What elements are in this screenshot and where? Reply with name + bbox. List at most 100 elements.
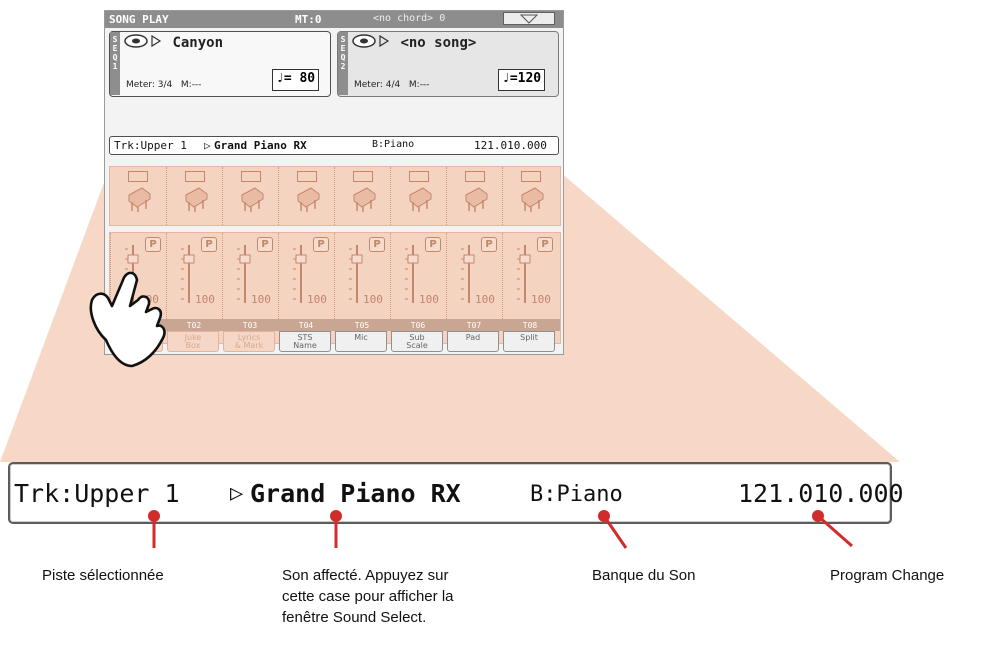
seq-1-meter-value: Meter: 3/4 [126, 80, 173, 90]
caption-sound-line-3: fenêtre Sound Select. [282, 609, 427, 626]
sequencer-1-panel[interactable]: S E Q 1 Canyon Meter: 3/4 M:--- ♩= 80 [109, 31, 331, 97]
caption-sound-bank: Banque du Son [592, 567, 696, 584]
track-number-label: T04 [298, 321, 314, 330]
seq-1-tempo[interactable]: ♩= 80 [272, 69, 320, 91]
piano-icon [351, 185, 377, 217]
track-icon-strip[interactable] [502, 167, 558, 225]
p-button[interactable]: P [201, 237, 217, 252]
disk-icon [124, 34, 162, 48]
assigned-sound[interactable]: Grand Piano RX [214, 139, 307, 152]
master-transpose: MT:0 [295, 13, 322, 26]
track-info-bar[interactable]: Trk:Upper 1 ▷ Grand Piano RX B:Piano 121… [109, 136, 559, 155]
zoom-selected-track: Trk:Upper 1 [14, 479, 180, 508]
seq-1-song-name: Canyon [172, 35, 224, 51]
play-mute-icon[interactable] [465, 171, 485, 182]
track-icon-strip[interactable] [110, 167, 166, 225]
seq-2-meter: Meter: 4/4 M:--- [354, 80, 429, 90]
mixer-channel[interactable]: P 100 [110, 233, 166, 319]
caption-program-change: Program Change [830, 567, 945, 584]
seq-2-song: <no song> [352, 34, 476, 51]
seq-2-song-name: <no song> [400, 35, 477, 51]
play-mute-icon[interactable] [297, 171, 317, 182]
p-button[interactable]: P [425, 237, 441, 252]
caption-sound-line-1: Son affecté. Appuyez sur [282, 567, 449, 584]
mixer-channel[interactable]: P 100 [446, 233, 502, 319]
p-button[interactable]: P [369, 237, 385, 252]
tab-6[interactable]: Pad [447, 331, 499, 352]
tab-2[interactable]: Lyrics & Mark [223, 331, 275, 352]
program-change: 121.010.000 [474, 139, 547, 152]
track-number-label: T03 [242, 321, 258, 330]
track-icon-strip[interactable] [390, 167, 446, 225]
play-mute-icon[interactable] [353, 171, 373, 182]
mixer-channel[interactable]: P 100 [166, 233, 222, 319]
volume-value: 100 [195, 293, 215, 306]
zoom-assigned-sound: Grand Piano RX [250, 479, 461, 508]
sequencer-2-panel[interactable]: S E Q 2 <no song> Meter: 4/4 M:--- ♩=120 [337, 31, 559, 97]
play-mute-icon[interactable] [521, 171, 541, 182]
track-number-label: T05 [354, 321, 370, 330]
play-mute-icon[interactable] [128, 171, 148, 182]
p-button[interactable]: P [481, 237, 497, 252]
piano-icon [519, 185, 545, 217]
tab-3[interactable]: STS Name [279, 331, 331, 352]
tab-1[interactable]: Juke Box [167, 331, 219, 352]
track-number-label: T01 [130, 321, 146, 330]
piano-icon [463, 185, 489, 217]
piano-icon [126, 185, 152, 217]
track-icon-strip[interactable] [222, 167, 278, 225]
mixer-channel[interactable]: P 100 [334, 233, 390, 319]
track-icons-row [109, 166, 561, 226]
page-title: SONG PLAY [109, 13, 169, 26]
play-mute-icon[interactable] [409, 171, 429, 182]
volume-value: 100 [139, 293, 159, 306]
tabs-row: Volume Juke Box Lyrics & Mark STS Name Mic Su… [109, 331, 561, 353]
seq-2-measure: M:--- [408, 80, 430, 90]
seq-2-meter-value: Meter: 4/4 [354, 80, 401, 90]
volume-value: 100 [251, 293, 271, 306]
track-icon-strip[interactable] [278, 167, 334, 225]
seq-1-measure: M:--- [180, 80, 202, 90]
p-button[interactable]: P [537, 237, 553, 252]
track-icon-strip[interactable] [166, 167, 222, 225]
piano-icon [183, 185, 209, 217]
disk-icon [352, 34, 390, 48]
seq-1-tag: S E Q 1 [110, 32, 120, 95]
play-mute-icon[interactable] [241, 171, 261, 182]
mixer-channel[interactable]: P 100 [390, 233, 446, 319]
piano-icon [407, 185, 433, 217]
mixer-channel[interactable]: P 100 [278, 233, 334, 319]
track-info-bar-zoomed: Trk:Upper 1 ▷ Grand Piano RX B:Piano 121… [8, 462, 904, 524]
p-button[interactable]: P [145, 237, 161, 252]
volume-value: 100 [419, 293, 439, 306]
sound-bank: B:Piano [372, 139, 415, 150]
chord-display: <no chord> 0 [373, 13, 446, 24]
play-mute-icon[interactable] [185, 171, 205, 182]
selected-track: Trk:Upper 1 [114, 139, 187, 152]
caption-sound-line-2: cette case pour afficher la [282, 588, 454, 605]
seq-2-tempo[interactable]: ♩=120 [498, 69, 546, 91]
p-button[interactable]: P [257, 237, 273, 252]
track-icon-strip[interactable] [446, 167, 502, 225]
tab-0[interactable]: Volume [111, 331, 163, 352]
track-icon-strip[interactable] [334, 167, 390, 225]
p-button[interactable]: P [313, 237, 329, 252]
triangle-down-icon [520, 14, 538, 24]
tab-4[interactable]: Mic [335, 331, 387, 352]
piano-icon [239, 185, 265, 217]
tab-5[interactable]: Sub Scale [391, 331, 443, 352]
track-number-label: T07 [466, 321, 482, 330]
zoom-sound-bank: B:Piano [530, 482, 623, 507]
volume-value: 100 [307, 293, 327, 306]
mixer-row: P 100 T01 P 100 T02 P 100 T03 P 100 T04 P 100 T05 P 100 T… [109, 232, 561, 344]
volume-value: 100 [363, 293, 383, 306]
play-arrow-icon: ▷ [204, 139, 211, 152]
page-menu-button[interactable] [503, 12, 555, 25]
seq-1-song: Canyon [124, 34, 223, 51]
caption-selected-track: Piste sélectionnée [42, 567, 164, 584]
tab-7[interactable]: Split [503, 331, 555, 352]
mixer-channel[interactable]: P 100 [222, 233, 278, 319]
mixer-channel[interactable]: P 100 [502, 233, 558, 319]
zoom-play-arrow-icon: ▷ [230, 481, 244, 506]
volume-value: 100 [475, 293, 495, 306]
